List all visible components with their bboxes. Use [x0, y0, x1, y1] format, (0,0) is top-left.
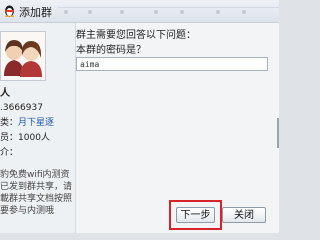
group-category-row: 类：月下星逐 [0, 116, 75, 131]
group-details: 人 .3666937 类：月下星逐 员：1000人 介： [0, 86, 75, 161]
panel-edge [277, 118, 279, 148]
next-step-button[interactable]: 下一步 [176, 207, 215, 223]
qq-penguin-icon [5, 5, 14, 17]
group-category-label: 类： [0, 118, 19, 128]
intro-line: 已发到群共享，请 [0, 182, 73, 192]
answer-input[interactable]: aima [76, 57, 268, 71]
group-members-row: 员：1000人 [0, 131, 75, 146]
intro-line: 要参与内测哦 [0, 206, 55, 216]
title-decoration [58, 0, 279, 22]
add-group-dialog: 添加群 人 .3666937 类：月下星逐 员：1000人 介： 豹免费wifi… [0, 0, 279, 233]
group-intro-label: 介： [0, 148, 19, 158]
question-prompt: 群主需要您回答以下问题： [76, 30, 196, 41]
group-info-panel: 人 .3666937 类：月下星逐 员：1000人 介： 豹免费wifi内测资 … [0, 23, 76, 233]
close-button[interactable]: 关闭 [222, 207, 266, 223]
title-bar[interactable]: 添加群 [0, 0, 279, 23]
intro-line: 豹免费wifi内测资 [0, 170, 70, 180]
group-avatar [0, 31, 46, 81]
group-category-link[interactable]: 月下星逐 [18, 118, 54, 128]
group-id: .3666937 [0, 103, 43, 113]
window-title: 添加群 [19, 6, 52, 19]
group-intro-text: 豹免费wifi内测资 已发到群共享，请 載群共享文档按照 要参与内测哦 [0, 169, 75, 217]
group-members-value: 1000人 [18, 133, 50, 143]
group-members-label: 员： [0, 133, 19, 143]
question-text: 本群的密码是？ [76, 45, 146, 56]
intro-line: 載群共享文档按照 [0, 194, 73, 204]
group-name: 人 [0, 88, 10, 99]
